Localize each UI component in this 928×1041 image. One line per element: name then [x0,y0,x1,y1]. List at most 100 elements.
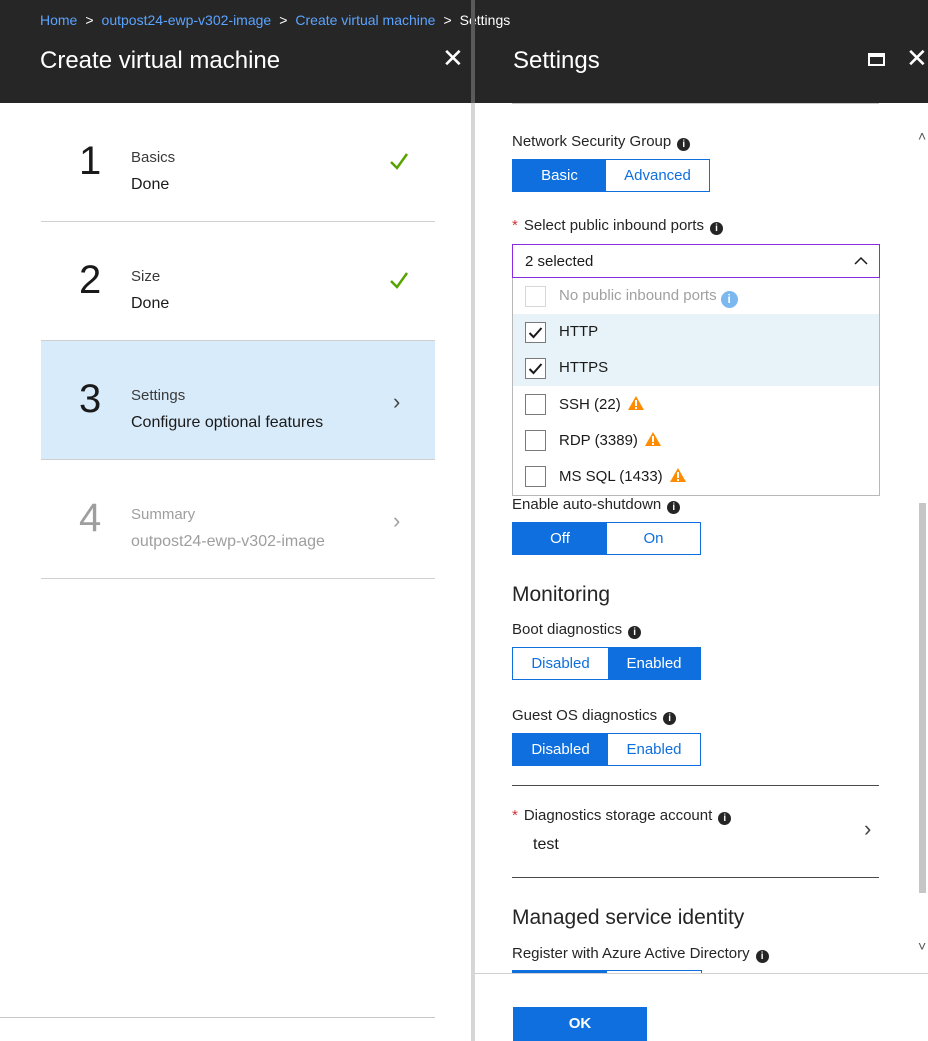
divider [512,103,879,104]
port-option-http[interactable]: HTTP [513,314,879,350]
diagnostics-storage-label[interactable]: * Diagnostics storage account i [512,807,732,825]
port-option-none: No public inbound ports i [513,278,879,314]
scrollbar-thumb[interactable] [919,503,926,893]
inbound-ports-dropdown[interactable]: 2 selected [512,244,880,278]
wizard-steps-blade: 1 Basics Done 2 Size Done 3 Settings Con… [0,103,471,1041]
checkbox[interactable] [525,394,546,415]
footer-divider [475,973,928,974]
required-marker: * [512,807,518,824]
step-subtitle: Done [131,295,170,312]
blade-divider-top [471,0,475,103]
step-number: 4 [79,496,102,540]
checkbox[interactable] [525,358,546,379]
msi-section-title: Managed service identity [512,906,745,929]
info-icon[interactable]: i [667,501,681,514]
info-icon[interactable]: i [755,950,769,963]
diagnostics-storage-value[interactable]: test [533,836,559,854]
divider [512,785,879,786]
step-title: Basics [131,149,176,166]
step-number: 3 [79,377,102,421]
port-option-ssh[interactable]: SSH (22) [513,386,879,422]
left-blade-close-icon[interactable]: ✕ [442,44,464,72]
port-option-text: RDP (3389) [559,432,638,449]
step-size[interactable]: 2 Size Done [41,222,435,341]
guest-os-diagnostics-label-text: Guest OS diagnostics [512,707,658,724]
checkbox[interactable] [525,466,546,487]
port-option-mssql[interactable]: MS SQL (1433) [513,458,879,494]
ok-button[interactable]: OK [513,1007,647,1041]
breadcrumb-current: Settings [459,12,511,28]
boot-diagnostics-toggle: Disabled Enabled [512,647,701,680]
step-subtitle: Configure optional features [131,414,324,431]
guest-os-diagnostics-toggle: Disabled Enabled [512,733,701,766]
warning-icon [669,468,686,482]
port-option-https[interactable]: HTTPS [513,350,879,386]
step-title: Settings [131,387,186,404]
auto-shutdown-label-text: Enable auto-shutdown [512,496,662,513]
guest-os-diagnostics-enabled-option[interactable]: Enabled [608,734,700,765]
nsg-advanced-option[interactable]: Advanced [606,160,709,191]
port-option-label: MS SQL (1433) [559,467,687,485]
nsg-toggle: Basic Advanced [512,159,710,192]
auto-shutdown-on-option[interactable]: On [607,523,700,554]
inbound-ports-options-list: No public inbound ports i HTTP HTTPS SSH … [512,278,880,496]
breadcrumb-create-vm-link[interactable]: Create virtual machine [295,12,435,28]
step-title: Size [131,268,161,285]
step-number: 1 [79,139,102,183]
guest-os-diagnostics-label: Guest OS diagnostics i [512,707,677,725]
port-option-rdp[interactable]: RDP (3389) [513,422,879,458]
step-basics[interactable]: 1 Basics Done [41,103,435,222]
inbound-ports-label-text: Select public inbound ports [523,217,704,234]
checkbox[interactable] [525,322,546,343]
right-blade-title: Settings [513,47,600,74]
warning-icon [644,432,661,446]
boot-diagnostics-enabled-option[interactable]: Enabled [608,648,700,679]
checkmark-icon [528,327,543,339]
register-aad-label-text: Register with Azure Active Directory [512,945,750,962]
info-icon[interactable]: i [628,626,642,639]
divider [0,1017,435,1018]
register-aad-label: Register with Azure Active Directory i [512,945,769,963]
step-summary[interactable]: 4 Summary outpost24-ewp-v302-image › [41,460,435,579]
step-number: 2 [79,258,102,302]
step-settings[interactable]: 3 Settings Configure optional features › [41,341,435,460]
guest-os-diagnostics-disabled-option[interactable]: Disabled [513,734,608,765]
settings-blade: ˄ ˅ Network Security Group i Basic Advanc… [475,103,928,1041]
step-subtitle: outpost24-ewp-v302-image [131,533,325,550]
port-option-text: No public inbound ports [559,287,717,304]
chevron-right-icon: › [393,508,401,533]
info-icon[interactable]: i [677,138,691,151]
info-icon[interactable]: i [709,222,723,235]
port-option-text: MS SQL (1433) [559,468,663,485]
chevron-right-icon[interactable]: › [864,816,871,842]
auto-shutdown-off-option[interactable]: Off [513,523,607,554]
boot-diagnostics-label: Boot diagnostics i [512,621,642,639]
breadcrumb: Home > outpost24-ewp-v302-image > Create vir… [40,12,510,28]
checkbox[interactable] [525,430,546,451]
monitoring-section-title: Monitoring [512,583,611,606]
boot-diagnostics-label-text: Boot diagnostics [512,621,623,638]
warning-icon [627,396,644,410]
breadcrumb-home-link[interactable]: Home [40,12,77,28]
chevron-right-icon: › [393,389,401,414]
auto-shutdown-toggle: Off On [512,522,701,555]
maximize-icon[interactable] [868,53,885,66]
port-option-label: RDP (3389) [559,431,662,449]
info-icon: i [720,291,738,308]
info-icon[interactable]: i [718,812,732,825]
scroll-up-icon[interactable]: ˄ [918,128,926,144]
nsg-basic-option[interactable]: Basic [513,160,606,191]
info-icon[interactable]: i [663,712,677,725]
chevron-up-icon [854,256,868,265]
boot-diagnostics-disabled-option[interactable]: Disabled [513,648,608,679]
port-option-label: SSH (22) [559,395,645,413]
scroll-down-icon[interactable]: ˅ [918,938,926,954]
required-marker: * [512,217,518,234]
port-option-text: SSH (22) [559,396,621,413]
checkmark-icon [390,153,409,170]
checkmark-icon [390,272,409,289]
breadcrumb-image-link[interactable]: outpost24-ewp-v302-image [102,12,272,28]
right-blade-close-icon[interactable]: ✕ [906,44,928,72]
nsg-label-text: Network Security Group [512,133,672,150]
port-option-label: HTTPS [559,359,609,376]
